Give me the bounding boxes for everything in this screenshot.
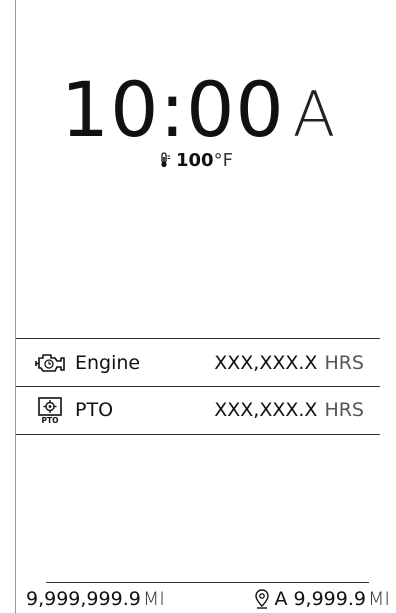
clock-time: 10:00 bbox=[60, 65, 285, 154]
odometer: 9,999,999.9 MI bbox=[26, 588, 165, 610]
engine-hours-row: Engine XXX,XXX.X HRS bbox=[16, 340, 380, 386]
trip-value: 9,999.9 bbox=[293, 588, 366, 610]
engine-hours-value: XXX,XXX.X bbox=[214, 352, 318, 374]
engine-icon bbox=[34, 349, 66, 377]
pto-hours-row: PTO PTO XXX,XXX.X HRS bbox=[16, 387, 380, 433]
thermometer-icon bbox=[161, 152, 170, 168]
trip-label: A bbox=[274, 588, 288, 610]
clock: 10:00 A bbox=[0, 72, 396, 148]
temperature-unit: °F bbox=[213, 150, 233, 171]
odometer-value: 9,999,999.9 bbox=[26, 588, 141, 610]
odometer-unit: MI bbox=[142, 588, 165, 610]
engine-label: Engine bbox=[75, 352, 141, 374]
trip-unit: MI bbox=[368, 588, 390, 610]
divider bbox=[16, 338, 380, 339]
engine-hours-unit: HRS bbox=[324, 352, 364, 374]
pto-hours-value: XXX,XXX.X bbox=[214, 399, 318, 421]
pto-label: PTO bbox=[75, 399, 114, 421]
temperature-value: 100 bbox=[176, 150, 214, 171]
odometer-divider bbox=[46, 582, 369, 583]
trip-a: A 9,999.9 MI bbox=[254, 588, 390, 610]
svg-text:PTO: PTO bbox=[42, 416, 59, 424]
location-pin-icon bbox=[255, 589, 270, 609]
clock-period: A bbox=[292, 78, 336, 151]
pto-hours-unit: HRS bbox=[324, 399, 364, 421]
divider bbox=[16, 434, 380, 435]
pto-icon: PTO bbox=[34, 396, 66, 424]
temperature: 100 °F bbox=[158, 150, 233, 171]
